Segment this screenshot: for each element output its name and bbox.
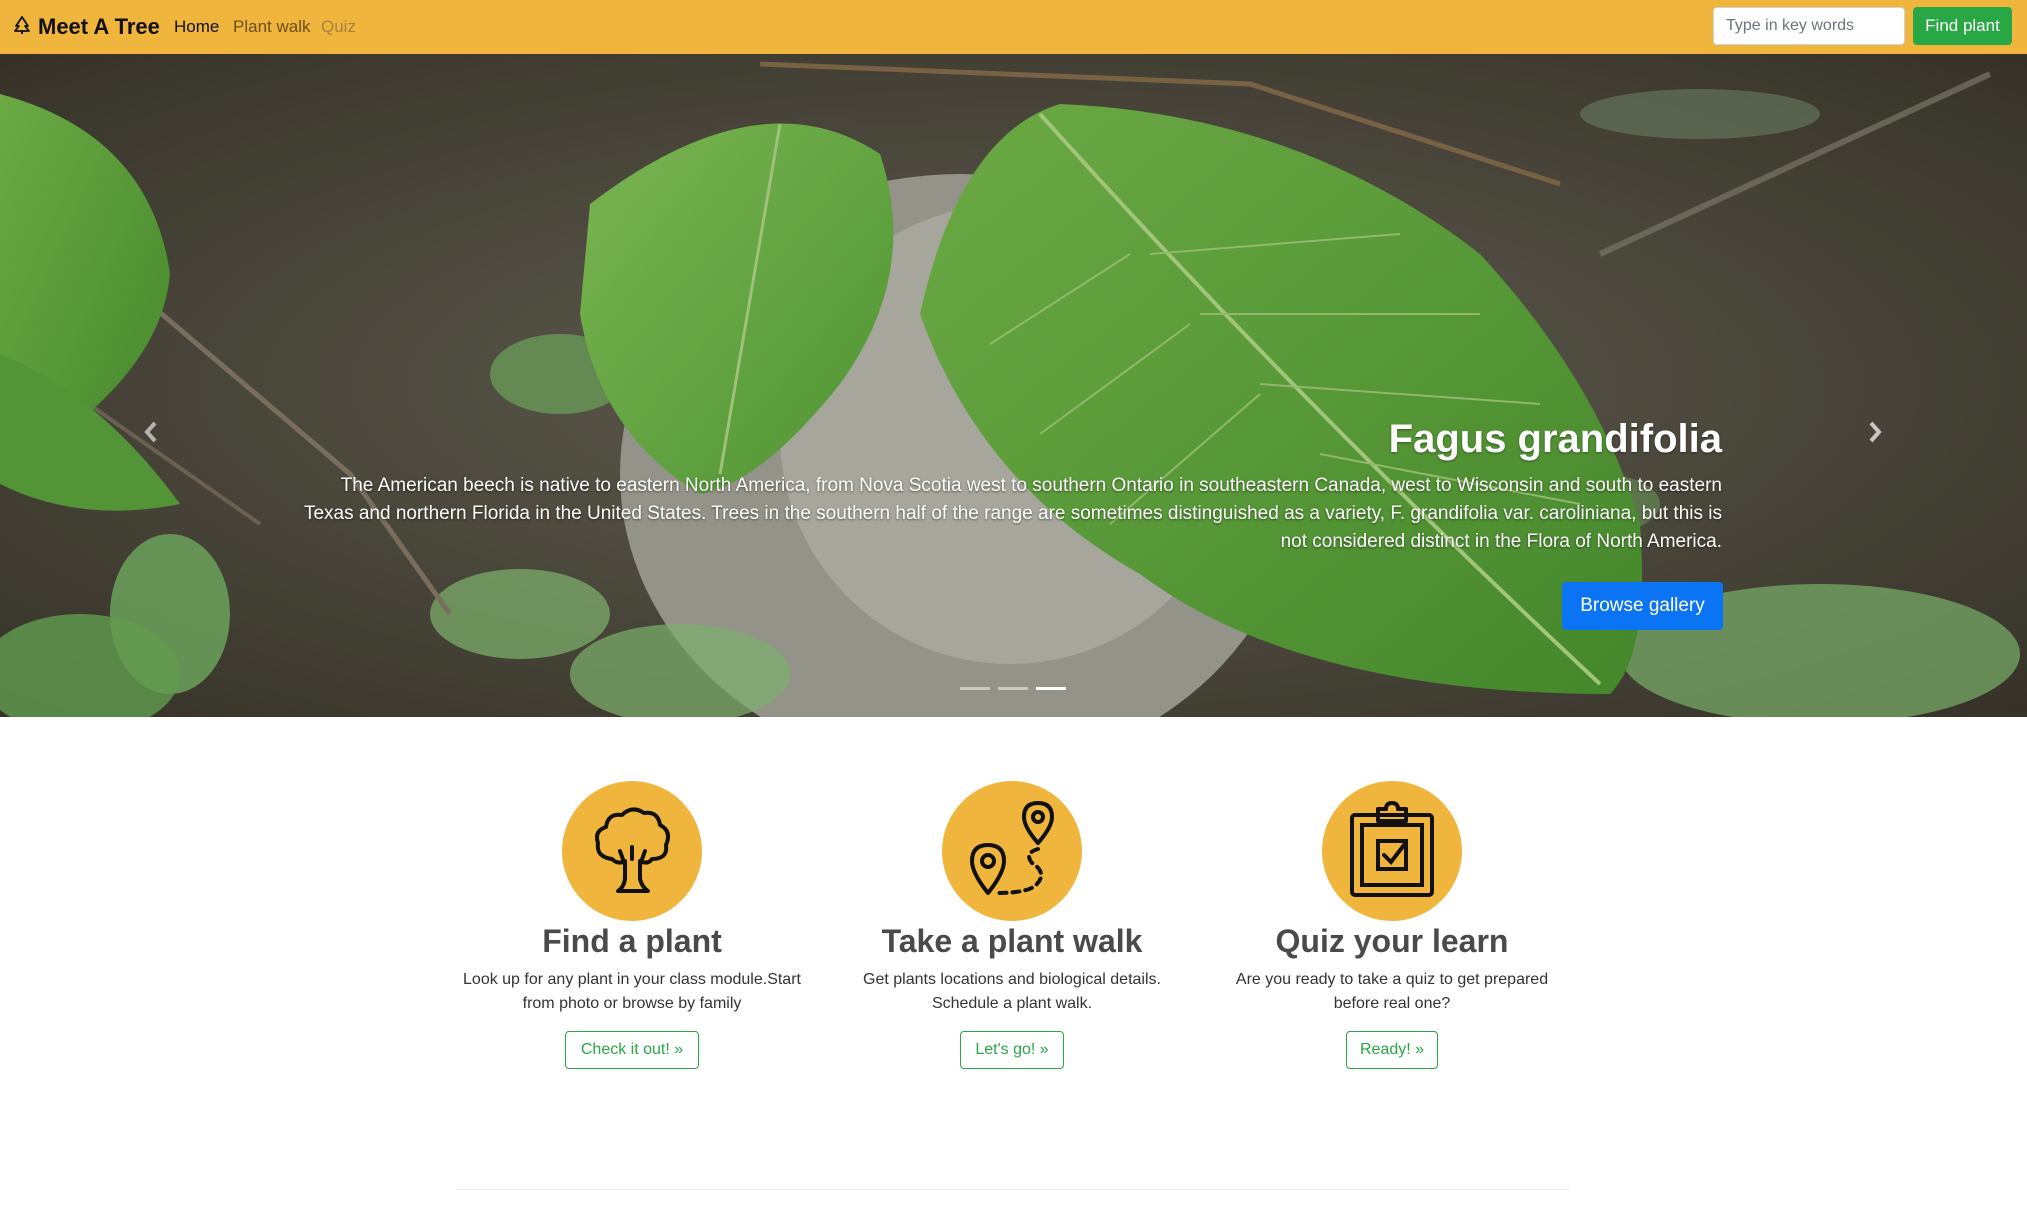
nav-plant-walk[interactable]: Plant walk [233,0,310,54]
feature-title: Quiz your learn [1275,923,1509,959]
feature-plant-walk: Take a plant walk Get plants locations a… [832,781,1192,1069]
plant-title: Fagus grandifolia [1388,417,1722,461]
carousel-indicator[interactable] [960,687,990,690]
feature-quiz: Quiz your learn Are you ready to take a … [1212,781,1572,1069]
carousel-indicators [960,687,1066,690]
carousel-indicator-active[interactable] [1036,687,1066,690]
feature-find-plant: Find a plant Look up for any plant in yo… [452,781,812,1069]
lets-go-button[interactable]: Let's go! » [960,1031,1064,1069]
hero-carousel: Fagus grandifolia The American beech is … [0,54,2027,717]
section-divider [457,1189,1569,1190]
top-navbar: Meet A Tree Home Plant walk Quiz Find pl… [0,0,2027,54]
feature-description: Get plants locations and biological deta… [863,971,1161,1012]
tree-icon [14,14,38,40]
chevron-right-icon [1867,421,1883,448]
brand-name: Meet A Tree [38,14,160,39]
carousel-prev-button[interactable] [136,409,166,459]
feature-title: Find a plant [542,923,722,959]
search-input[interactable] [1713,7,1905,45]
feature-description: Are you ready to take a quiz to get prep… [1235,971,1549,1012]
check-it-out-button[interactable]: Check it out! » [565,1031,699,1069]
ready-button[interactable]: Ready! » [1346,1031,1438,1069]
carousel-caption: Fagus grandifolia The American beech is … [290,416,1722,556]
carousel-next-button[interactable] [1860,409,1890,459]
nav-quiz[interactable]: Quiz [321,0,356,54]
carousel-indicator[interactable] [998,687,1028,690]
feature-description: Look up for any plant in your class modu… [463,971,801,1012]
feature-title: Take a plant walk [881,923,1143,959]
browse-gallery-button[interactable]: Browse gallery [1562,582,1723,630]
find-plant-button[interactable]: Find plant [1913,7,2012,45]
brand-link[interactable]: Meet A Tree [14,0,160,54]
plant-description: The American beech is native to eastern … [303,475,1722,552]
nav-home[interactable]: Home [174,0,219,54]
chevron-left-icon [143,421,159,448]
